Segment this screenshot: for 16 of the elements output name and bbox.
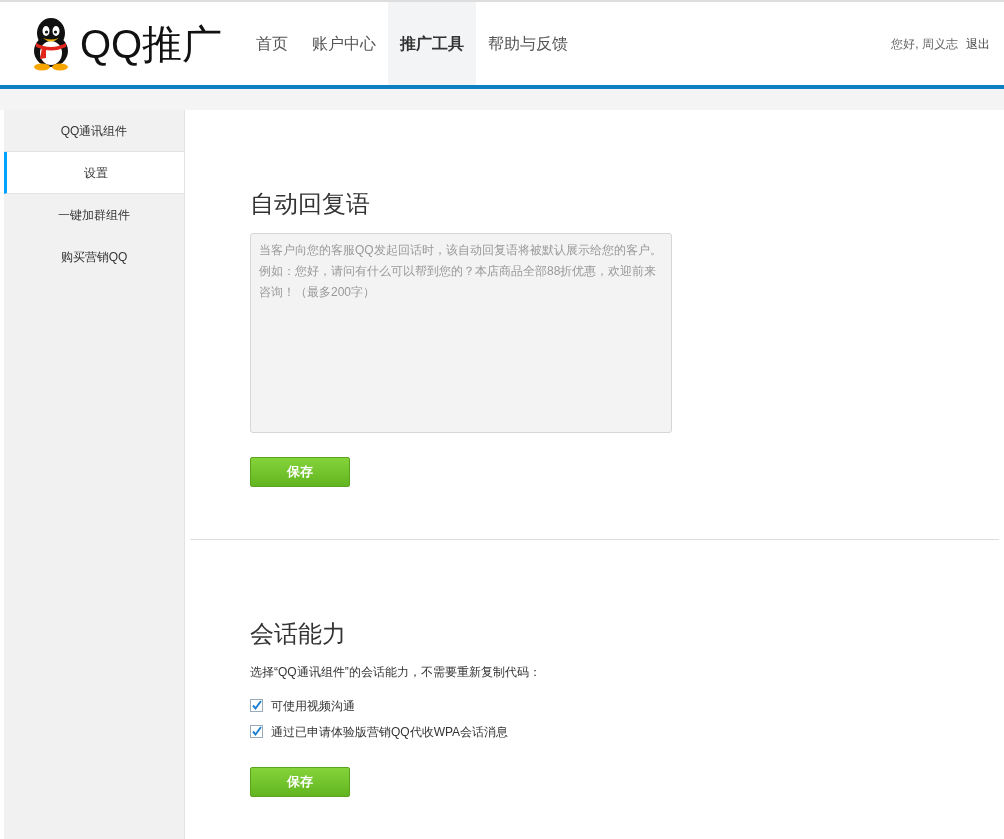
nav-tab[interactable]: 帮助与反馈: [476, 2, 581, 85]
logo-text: QQ推广: [80, 23, 223, 64]
option-label: 可使用视频沟通: [271, 697, 355, 715]
nav-tab[interactable]: 首页: [244, 2, 301, 85]
nav-tab[interactable]: 账户中心: [300, 2, 389, 85]
checkbox[interactable]: [250, 725, 263, 739]
description-text: 选择“QQ通讯组件”的会话能力，不需要重新复制代码：: [250, 663, 542, 681]
checkbox[interactable]: [250, 699, 263, 713]
nav-tab[interactable]: 推广工具: [388, 2, 477, 85]
logout-link[interactable]: 退出: [966, 34, 990, 53]
section-title: 自动回复语: [250, 190, 371, 219]
auto-reply-field[interactable]: 当客户向您的客服QQ发起回话时，该自动回复语将被默认展示给您的客户。例如：您好，请问有什么可以帮到您的？本店商品全部88折优惠，欢迎前来咨询！（最多200字）: [250, 232, 672, 433]
option-label: 通过已申请体验版营销QQ代收WPA会话消息: [271, 723, 509, 741]
section-title: 会话能力: [250, 619, 347, 649]
greeting-text: 您好, 周义志: [891, 35, 958, 53]
sidebar-item[interactable]: 设置: [4, 152, 184, 194]
